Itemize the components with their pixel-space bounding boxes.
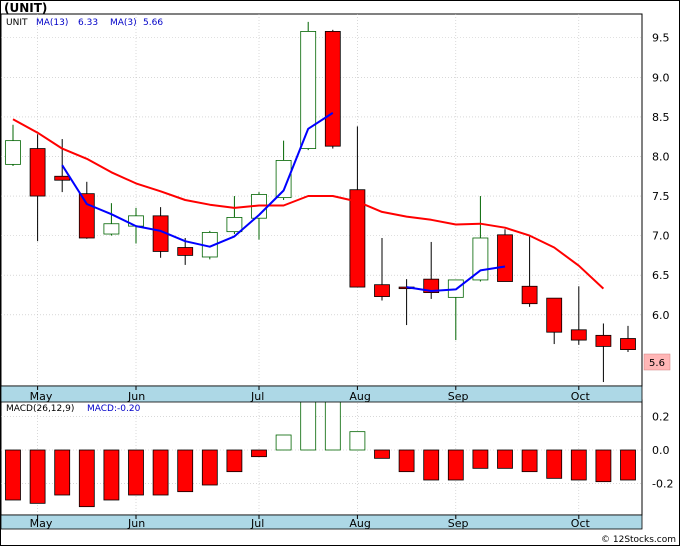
chart-stage: May Jun Jul Aug Sep Oct May Jun Jul Aug Sep Oct 6.0… — [0, 0, 680, 546]
chart-frame — [0, 0, 680, 546]
